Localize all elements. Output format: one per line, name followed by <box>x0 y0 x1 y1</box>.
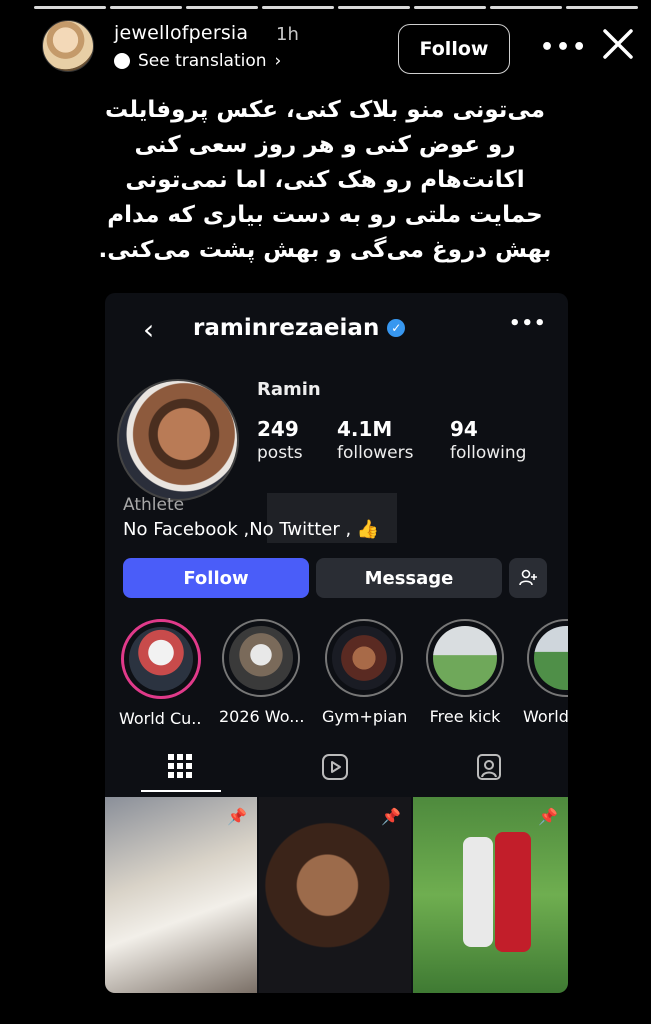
caption-line: می‌تونی منو بلاک کنی، عکس پروفایلت <box>105 97 545 123</box>
progress-segment <box>414 6 486 9</box>
more-icon[interactable]: ••• <box>540 35 588 60</box>
stat-followers: 4.1M followers <box>337 417 413 463</box>
highlight-ring <box>121 619 201 699</box>
stat-label: followers <box>337 443 414 463</box>
profile-handle: raminrezaeian ✓ <box>193 315 406 341</box>
story-caption: می‌تونی منو بلاک کنی، عکس پروفایلت رو عو… <box>60 93 590 268</box>
story-username[interactable]: jewellofpersia <box>114 22 248 44</box>
profile-message-button: Message <box>316 558 502 598</box>
see-translation-link[interactable]: See translation › <box>114 51 281 71</box>
highlight-item: Free kick <box>423 619 507 726</box>
chevron-right-icon: › <box>274 51 282 71</box>
verified-badge-icon: ✓ <box>387 319 406 337</box>
profile-category: Athlete <box>123 495 185 515</box>
highlight-ring <box>426 619 504 697</box>
progress-segment <box>566 6 638 9</box>
see-translation-label: See translation <box>138 51 267 71</box>
caption-line: رو عوض کنی و هر روز سعی کنی <box>134 132 516 158</box>
highlight-label: 2026 Wo... <box>219 707 303 726</box>
grid-icon <box>167 753 197 783</box>
stat-number: 4.1M <box>337 417 393 441</box>
caption-line: بهش دروغ می‌گی و بهش پشت می‌کنی. <box>98 237 552 263</box>
stat-number: 249 <box>257 417 299 441</box>
highlight-label: World <box>523 707 568 726</box>
progress-segment <box>338 6 410 9</box>
stat-label: following <box>450 443 527 463</box>
story-avatar[interactable] <box>42 20 94 72</box>
progress-segment <box>186 6 258 9</box>
translate-icon <box>114 53 130 69</box>
stat-number: 94 <box>450 417 478 441</box>
add-user-icon <box>509 558 547 598</box>
progress-segment <box>262 6 334 9</box>
highlight-item: World <box>519 619 568 726</box>
post-thumbnail: 📌 <box>413 797 568 993</box>
highlight-label: World Cu... <box>119 709 203 728</box>
reels-icon <box>321 753 351 783</box>
highlight-label: Free kick <box>429 707 501 726</box>
pin-icon: 📌 <box>381 807 401 826</box>
post-thumbnail: 📌 <box>259 797 411 993</box>
close-icon[interactable] <box>600 26 636 62</box>
progress-segment <box>34 6 106 9</box>
profile-screenshot: ‹ raminrezaeian ✓ ••• Ramin 249 posts 4.… <box>105 293 568 993</box>
story-progress-bar <box>34 6 638 9</box>
progress-segment <box>110 6 182 9</box>
profile-name: Ramin <box>257 379 321 400</box>
highlight-ring <box>222 619 300 697</box>
back-icon: ‹ <box>143 313 155 346</box>
story-time: 1h <box>276 24 299 45</box>
profile-bio: No Facebook ,No Twitter , 👍 <box>123 519 380 540</box>
stat-posts: 249 posts <box>257 417 303 463</box>
profile-handle-text: raminrezaeian <box>193 315 380 341</box>
caption-line: اکانت‌هام رو هک کنی، اما نمی‌تونی <box>125 167 525 193</box>
active-tab-indicator <box>141 790 221 792</box>
profile-picture <box>117 379 239 501</box>
follow-button[interactable]: Follow <box>398 24 510 74</box>
highlight-item: World Cu... <box>119 619 203 728</box>
stat-label: posts <box>257 443 303 463</box>
profile-more-icon: ••• <box>509 313 547 334</box>
caption-line: حمایت ملتی رو به دست بیاری که مدام <box>107 202 543 228</box>
post-thumbnail: 📌 <box>105 797 257 993</box>
highlight-item: 2026 Wo... <box>219 619 303 726</box>
profile-follow-button: Follow <box>123 558 309 598</box>
pin-icon: 📌 <box>227 807 247 826</box>
stat-following: 94 following <box>450 417 526 463</box>
highlight-ring <box>325 619 403 697</box>
highlight-ring <box>527 619 568 697</box>
highlight-item: Gym+piano <box>322 619 406 726</box>
tagged-icon <box>475 753 505 783</box>
highlight-label: Gym+piano <box>322 707 406 726</box>
progress-segment <box>490 6 562 9</box>
pin-icon: 📌 <box>538 807 558 826</box>
